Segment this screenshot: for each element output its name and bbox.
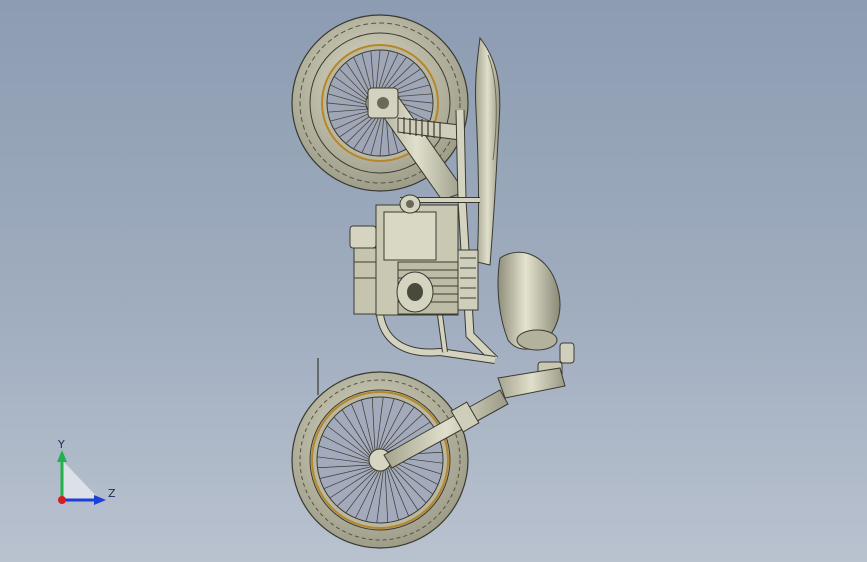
triad-plane	[62, 460, 100, 500]
y-axis-label: Y	[57, 438, 65, 451]
air-filter[interactable]	[399, 194, 421, 214]
rear-fender[interactable]	[474, 36, 501, 266]
fuel-tank[interactable]	[497, 251, 561, 351]
front-wheel[interactable]	[291, 371, 469, 549]
carburetor[interactable]	[349, 225, 377, 315]
graphics-viewport[interactable]: Y Z	[0, 0, 867, 562]
z-axis-label: Z	[108, 487, 116, 500]
motorcycle-model[interactable]	[0, 0, 867, 562]
z-axis-arrowhead	[94, 495, 106, 505]
orientation-triad: Y Z	[57, 438, 116, 505]
y-axis-arrowhead	[57, 450, 67, 462]
triad-origin	[58, 496, 66, 504]
